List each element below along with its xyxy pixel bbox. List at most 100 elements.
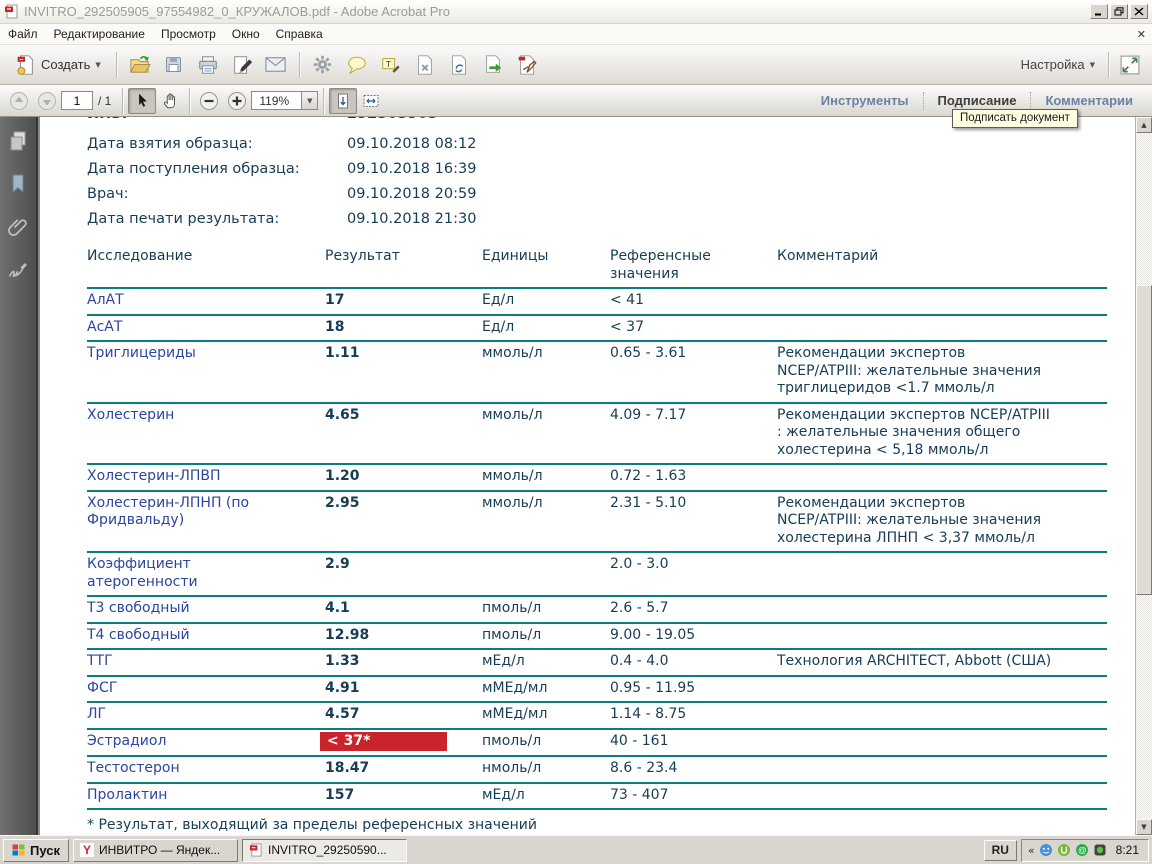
export-page-icon [482,54,504,76]
preferences-button[interactable] [307,49,339,81]
zoom-out-button[interactable] [195,88,223,114]
test-units: пмоль/л [482,627,610,645]
menubar-close-icon[interactable]: ✕ [1137,28,1146,41]
restore-button[interactable] [1110,4,1128,19]
mail-agent-icon[interactable]: @ [1075,843,1089,857]
info-label: Врач: [87,186,129,202]
attachments-icon[interactable] [6,215,30,239]
previous-page-button[interactable] [5,88,33,114]
messenger-icon[interactable] [1039,843,1053,857]
test-result: 2.9 [325,556,482,574]
page-delete-button[interactable] [409,49,441,81]
print-button[interactable] [192,49,224,81]
inz-label: ИНЗ: [87,117,127,122]
page-count: / 1 [98,94,111,108]
edit-sign-button[interactable] [226,49,258,81]
test-reference-range: 2.31 - 5.10 [610,495,777,513]
tray-overflow-chevron[interactable]: « [1028,844,1035,857]
zoom-level-value[interactable]: 119% [251,91,301,110]
page-number-input[interactable] [61,91,93,110]
test-result: 1.33 [325,653,482,671]
info-value: 09.10.2018 16:39 [347,161,476,177]
next-page-button[interactable] [33,88,61,114]
info-row: Дата поступления образца: 09.10.2018 16:… [87,161,300,186]
test-reference-range: 0.65 - 3.61 [610,345,777,363]
resize-arrows-icon [1120,55,1140,75]
result-value: 18.47 [325,760,369,776]
scrollbar-thumb[interactable] [1136,285,1152,595]
info-label: Дата поступления образца: [87,161,300,177]
utorrent-icon[interactable] [1057,843,1071,857]
page-thumbnails-icon[interactable] [6,129,30,153]
email-icon [264,53,287,76]
table-row: Холестерин 4.65 ммоль/л 4.09 - 7.17 Реко… [87,404,1107,466]
phone-app-icon[interactable] [1093,843,1107,857]
vertical-scrollbar[interactable]: ▲ ▼ [1135,117,1152,835]
fit-width-button[interactable] [357,88,385,114]
resize-view-button[interactable] [1114,49,1146,81]
test-reference-range: 2.0 - 3.0 [610,556,777,574]
arrow-up-circle-icon [9,91,29,111]
save-icon [163,54,184,75]
bookmarks-icon[interactable] [6,172,30,196]
taskbar-task-browser[interactable]: Y ИНВИТРО — Яндек... [73,839,238,862]
table-body: АлАТ 17 Ед/л < 41 АсАТ 18 Ед/л < 37 [87,289,1107,810]
result-value: 12.98 [325,627,369,643]
speech-bubble-icon [346,54,368,76]
info-row: Дата взятия образца: 09.10.2018 08:12 [87,136,300,161]
inz-value: 292505905 [347,117,438,122]
table-row: Холестерин-ЛПВП 1.20 ммоль/л 0.72 - 1.63 [87,465,1107,492]
comment-button[interactable] [341,49,373,81]
table-row: Коэффициент атерогенности 2.9 2.0 - 3.0 [87,553,1107,597]
panel-tab[interactable]: Комментарии [1030,92,1147,110]
table-row: Эстрадиол < 37* пмоль/л 40 - 161 [87,730,1107,758]
sign-page-icon [516,54,538,76]
test-result: 2.95 [325,495,482,513]
menu-item[interactable]: Справка [268,24,331,44]
result-value: 4.91 [325,680,360,696]
test-reference-range: 9.00 - 19.05 [610,627,777,645]
taskbar-task-acrobat[interactable]: INVITRO_29250590... [242,839,407,862]
export-button[interactable] [477,49,509,81]
sample-info: Дата взятия образца: 09.10.2018 08:12 Да… [87,136,300,236]
result-value: 4.57 [325,706,360,722]
create-button[interactable]: Создать ▼ [6,49,109,81]
table-footnote: * Результат, выходящий за пределы рефере… [87,817,1107,835]
save-button[interactable] [158,49,190,81]
scroll-up-button[interactable]: ▲ [1136,117,1152,133]
select-tool-button[interactable] [128,88,156,114]
email-button[interactable] [260,49,292,81]
test-reference-range: 0.72 - 1.63 [610,468,777,486]
result-value: 17 [325,292,344,308]
hand-tool-button[interactable] [156,88,184,114]
sign-button[interactable] [511,49,543,81]
scroll-down-button[interactable]: ▼ [1136,819,1152,835]
menu-item[interactable]: Просмотр [153,24,224,44]
page-link-button[interactable] [443,49,475,81]
minimize-button[interactable] [1090,4,1108,19]
toolbar-separator [189,88,190,114]
close-button[interactable] [1130,4,1148,19]
panel-tab[interactable]: Инструменты [807,92,923,110]
panel-tab[interactable]: Подписание [923,92,1031,110]
test-units: мЕд/л [482,653,610,671]
zoom-dropdown-button[interactable]: ▼ [301,91,318,110]
menu-item[interactable]: Окно [224,24,268,44]
scrolling-view-button[interactable] [329,88,357,114]
test-name: ЛГ [87,706,325,724]
svg-text:T: T [386,59,391,68]
start-button[interactable]: Пуск [3,839,69,862]
signatures-icon[interactable] [6,258,30,282]
zoom-in-button[interactable] [223,88,251,114]
settings-button[interactable]: Настройка ▼ [1013,49,1103,81]
svg-text:@: @ [1078,845,1087,855]
test-units: нмоль/л [482,760,610,778]
menu-item[interactable]: Файл [0,24,46,44]
menu-item[interactable]: Редактирование [46,24,153,44]
text-edit-button[interactable]: T [375,49,407,81]
test-comment: Рекомендации экспертов NCEP/ATPIII : жел… [777,407,1107,460]
test-result: 18.47 [325,760,482,778]
open-button[interactable] [124,49,156,81]
language-indicator[interactable]: RU [984,840,1017,861]
info-label: Дата взятия образца: [87,136,253,152]
